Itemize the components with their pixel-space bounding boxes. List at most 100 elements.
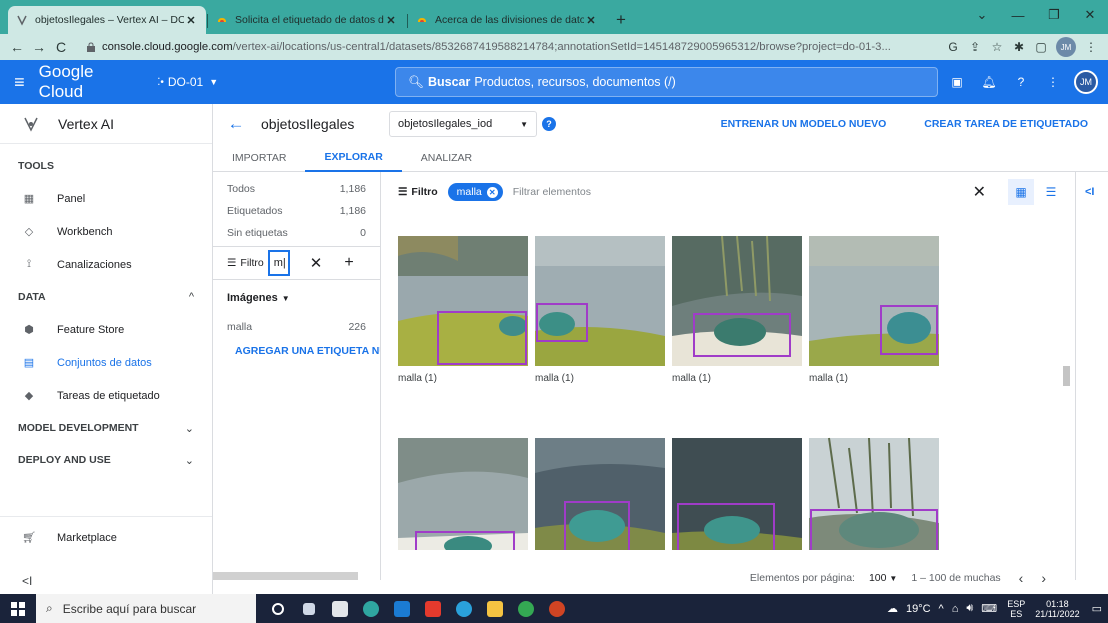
clear-filter-icon[interactable]: ✕ (310, 254, 323, 272)
image-thumbnail[interactable] (535, 236, 665, 366)
more-options-icon[interactable]: ⋮ (1040, 75, 1066, 89)
clear-filter-icon[interactable]: ✕ (973, 182, 986, 202)
search-input[interactable]: 🔍︎ Buscar Productos, recursos, documento… (395, 67, 938, 97)
add-label-button[interactable]: AGREGAR UNA ETIQUETA NUE (213, 345, 380, 357)
close-tab-icon[interactable]: ✕ (184, 14, 198, 27)
star-icon[interactable]: ☆ (986, 40, 1008, 54)
minimize-button[interactable]: — (1000, 0, 1036, 30)
image-thumbnail[interactable] (398, 236, 528, 366)
image-thumbnail[interactable] (809, 236, 939, 366)
powerpoint-app-icon[interactable] (541, 594, 572, 623)
volume-icon[interactable]: 🔊︎ (966, 602, 973, 615)
label-filter-input[interactable]: m| (267, 250, 290, 276)
train-new-model-button[interactable]: ENTRENAR UN MODELO NUEVO (721, 118, 887, 130)
tab-import[interactable]: IMPORTAR (213, 144, 305, 172)
sidebar-item-pipelines[interactable]: ⟟ Canalizaciones (0, 248, 212, 281)
notifications-bell-icon[interactable]: 🔔︎ (976, 75, 1002, 89)
create-labeling-task-button[interactable]: CREAR TAREA DE ETIQUETADO (924, 118, 1088, 130)
sidebar-item-marketplace[interactable]: 🛒︎ Marketplace (0, 521, 212, 554)
expand-panel-icon[interactable]: <I (1085, 186, 1094, 198)
close-window-button[interactable]: ✕ (1072, 0, 1108, 30)
language-indicator[interactable]: ESP ES (1007, 599, 1025, 619)
grid-view-icon[interactable]: ▦ (1008, 179, 1034, 205)
sidebar-item-feature-store[interactable]: ⬢ Feature Store (0, 313, 212, 346)
account-avatar[interactable]: JM (1074, 70, 1098, 94)
remove-chip-icon[interactable]: ✕ (486, 186, 498, 198)
items-per-page-select[interactable]: 100 ▼ (869, 572, 897, 584)
sidebar-item-panel[interactable]: ▦ Panel (0, 182, 212, 215)
sidepanel-icon[interactable]: ▢ (1030, 40, 1052, 54)
project-selector[interactable]: ⁚• DO-01 ▼ (157, 75, 395, 89)
list-view-icon[interactable]: ☰ (1038, 179, 1064, 205)
cortana-icon[interactable] (262, 594, 293, 623)
browser-tab-labeling-docs[interactable]: Solicita el etiquetado de datos d ✕ (208, 6, 408, 34)
sidebar-item-workbench[interactable]: ◇ Workbench (0, 215, 212, 248)
windows-start-icon[interactable] (0, 594, 36, 623)
images-type-dropdown[interactable]: Imágenes ▼ (213, 283, 380, 313)
help-icon[interactable]: ? (1008, 75, 1034, 89)
tab-analyze[interactable]: ANALIZAR (402, 144, 491, 172)
count-unlabeled[interactable]: Sin etiquetas 0 (213, 222, 380, 244)
back-arrow-icon[interactable]: ← (6, 39, 28, 55)
keyboard-icon[interactable]: ⌨ (981, 602, 997, 615)
file-explorer-icon[interactable] (479, 594, 510, 623)
section-data[interactable]: DATA ^ (0, 281, 212, 313)
section-model-development[interactable]: MODEL DEVELOPMENT ⌄ (0, 412, 212, 444)
url-field[interactable]: console.cloud.google.com/vertex-ai/locat… (78, 36, 936, 58)
mail-app-icon[interactable] (386, 594, 417, 623)
back-arrow-icon[interactable]: ← (221, 114, 251, 134)
section-deploy-and-use[interactable]: DEPLOY AND USE ⌄ (0, 444, 212, 476)
browser-profile-avatar[interactable]: JM (1056, 37, 1076, 57)
chrome-app-icon[interactable] (355, 594, 386, 623)
windows-logo-icon (11, 601, 25, 616)
taskbar-search-input[interactable]: ⌕ Escribe aquí para buscar (36, 594, 256, 623)
hamburger-menu-icon[interactable]: ≡ (0, 72, 39, 93)
image-thumbnail[interactable] (672, 236, 802, 366)
extensions-icon[interactable]: ✱ (1008, 40, 1030, 54)
next-page-icon[interactable]: › (1041, 570, 1046, 586)
tab-explore[interactable]: EXPLORAR (305, 144, 402, 172)
count-labeled[interactable]: Etiquetados 1,186 (213, 200, 380, 222)
reload-icon[interactable]: C (50, 39, 72, 55)
tab-search-chevron-icon[interactable]: ⌄ (964, 0, 1000, 30)
filter-chip-malla[interactable]: malla ✕ (447, 183, 503, 201)
browser-menu-icon[interactable]: ⋮ (1080, 40, 1102, 54)
browser-tab-data-splits[interactable]: Acerca de las divisiones de datos ✕ (408, 6, 606, 34)
annotation-set-select[interactable]: objetosIlegales_iod ▼ (389, 111, 537, 137)
tray-chevron-icon[interactable]: ^ (939, 603, 944, 615)
image-thumbnail[interactable] (398, 432, 528, 550)
network-icon[interactable]: ⌂ (952, 603, 959, 615)
forward-arrow-icon[interactable]: → (28, 39, 50, 55)
notifications-icon[interactable]: ▭ (1092, 602, 1102, 615)
sidebar-item-labeling-tasks[interactable]: ◆ Tareas de etiquetado (0, 379, 212, 412)
prev-page-icon[interactable]: ‹ (1019, 570, 1024, 586)
chrome-app-icon-2[interactable] (510, 594, 541, 623)
collapse-sidebar-icon[interactable]: <I (22, 574, 32, 588)
task-view-icon[interactable] (293, 594, 324, 623)
acrobat-app-icon[interactable] (417, 594, 448, 623)
new-tab-button[interactable]: + (608, 6, 634, 34)
vertical-scrollbar[interactable] (1063, 366, 1070, 386)
close-tab-icon[interactable]: ✕ (384, 14, 398, 27)
maximize-button[interactable]: ❐ (1036, 0, 1072, 30)
horizontal-scrollbar[interactable] (213, 572, 358, 580)
calendar-app-icon[interactable] (324, 594, 355, 623)
image-thumbnail[interactable] (535, 432, 665, 550)
edge-app-icon[interactable] (448, 594, 479, 623)
cloud-shell-icon[interactable]: ▣ (944, 75, 970, 89)
image-thumbnail[interactable] (809, 432, 939, 550)
image-thumbnail[interactable] (672, 432, 802, 550)
add-filter-icon[interactable]: + (344, 254, 353, 272)
google-icon[interactable]: G (942, 40, 964, 54)
clock[interactable]: 01:18 21/11/2022 (1035, 599, 1079, 619)
sidebar-item-datasets[interactable]: ▤ Conjuntos de datos (0, 346, 212, 379)
google-cloud-logo[interactable]: Google Cloud (39, 62, 140, 102)
help-circle-icon[interactable]: ? (542, 117, 556, 131)
count-all[interactable]: Todos 1,186 (213, 178, 380, 200)
share-icon[interactable]: ⇪ (964, 40, 986, 54)
weather-icon[interactable]: ☁︎ (887, 602, 898, 615)
label-item-malla[interactable]: malla 226 (213, 313, 380, 341)
browser-tab-vertex[interactable]: objetosIlegales – Vertex AI – DO- ✕ (8, 6, 208, 34)
close-tab-icon[interactable]: ✕ (584, 14, 598, 27)
filter-items-input[interactable]: Filtrar elementos (513, 186, 591, 198)
